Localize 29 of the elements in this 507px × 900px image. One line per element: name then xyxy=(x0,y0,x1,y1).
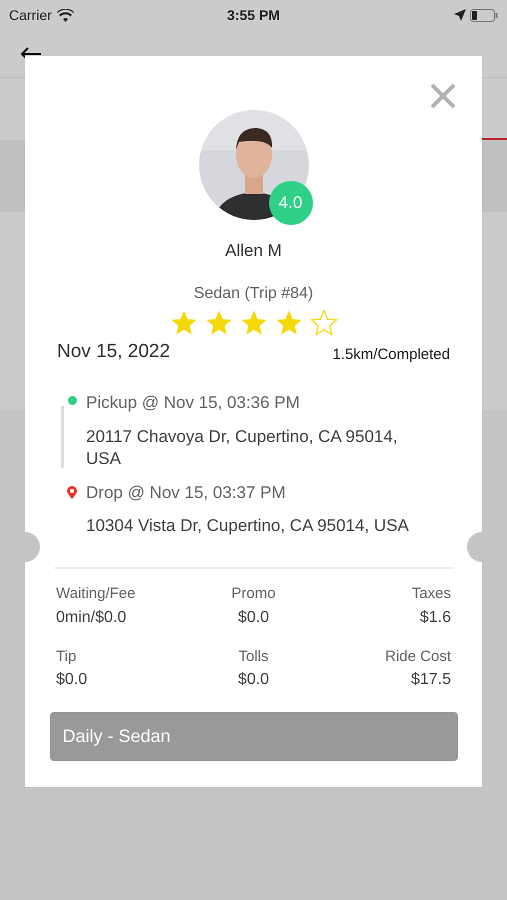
fare-label: Tip xyxy=(56,646,78,666)
empty-star-icon xyxy=(308,308,338,338)
status-time: 3:55 PM xyxy=(227,6,280,24)
fare-value: $0.0 xyxy=(236,608,270,628)
stop-time: Drop @ Nov 15, 03:37 PM xyxy=(86,482,287,504)
fare-value: 0min/$0.0 xyxy=(56,608,128,628)
stop-address: 20117 Chavoya Dr, Cupertino, CA 95014, USA xyxy=(86,426,399,470)
stop-time: Pickup @ Nov 15, 03:36 PM xyxy=(86,392,301,414)
fare-value: $17.5 xyxy=(410,670,451,690)
wifi-icon xyxy=(56,8,74,22)
rating-badge: 4.0 xyxy=(268,181,312,225)
plan-label: Daily - Sedan xyxy=(62,725,171,748)
map-pin-icon xyxy=(67,486,77,498)
fare-label: Tolls xyxy=(237,646,270,666)
fare-label: Promo xyxy=(230,584,277,604)
trip-distance-status: 1.5km/Completed xyxy=(332,344,450,364)
fare-label: Ride Cost xyxy=(384,646,451,666)
driver-name: Allen M xyxy=(225,240,282,262)
stop-address: 10304 Vista Dr, Cupertino, CA 95014, USA xyxy=(86,515,410,537)
trip-date: Nov 15, 2022 xyxy=(57,340,170,364)
battery-icon xyxy=(470,8,498,22)
location-arrow-icon xyxy=(454,9,466,21)
fare-label: Waiting/Fee xyxy=(56,584,136,604)
fare-label: Taxes xyxy=(410,584,451,604)
fare-value: $0.0 xyxy=(56,670,88,690)
carrier-label: Carrier xyxy=(9,6,52,24)
fare-value: $0.0 xyxy=(236,670,270,690)
vehicle-trip: Sedan (Trip #84) xyxy=(194,284,314,304)
fare-value: $1.6 xyxy=(418,608,451,628)
